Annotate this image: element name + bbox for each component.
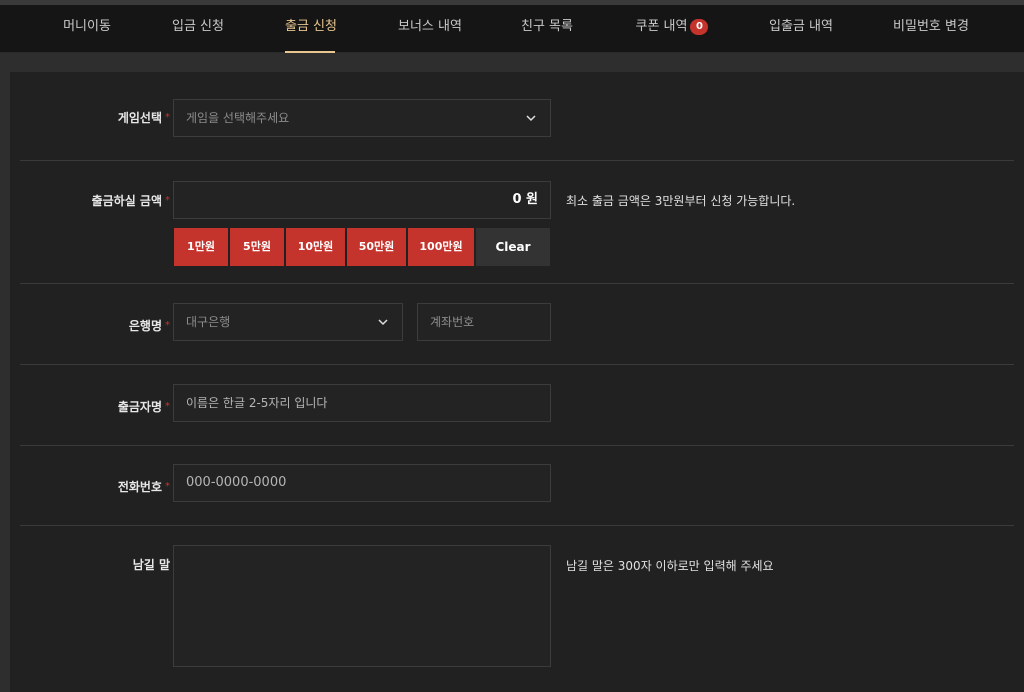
amount-label: 출금하실 금액 *: [91, 194, 170, 208]
withdraw-form-panel: 게임선택 * 게임을 선택해주세요 출금하실 금액 * 0 원 최소 출금 금액은 …: [10, 72, 1024, 692]
game-select-dropdown[interactable]: 게임을 선택해주세요: [173, 99, 551, 137]
tab-withdraw-request[interactable]: 출금 신청: [285, 5, 337, 53]
memo-row: 남길 말 남길 말은 300자 이하로만 입력해 주세요: [20, 526, 1014, 692]
add-100k-button[interactable]: 10만원: [286, 228, 345, 266]
tab-bonus-history[interactable]: 보너스 내역: [398, 5, 462, 53]
amount-row: 출금하실 금액 * 0 원 최소 출금 금액은 3만원부터 신청 가능합니다. 1…: [20, 161, 1014, 284]
required-mark: *: [165, 481, 170, 492]
clear-amount-button[interactable]: Clear: [476, 228, 550, 266]
add-1m-button[interactable]: 100만원: [408, 228, 474, 266]
bank-row: 은행명 * 대구은행 계좌번호: [20, 284, 1014, 365]
required-mark: *: [165, 401, 170, 412]
chevron-down-icon: [378, 319, 388, 326]
depositor-row: 출금자명 * 이름은 한글 2-5자리 입니다: [20, 365, 1014, 446]
required-mark: *: [165, 320, 170, 331]
tab-coupon-history[interactable]: 쿠폰 내역 0: [633, 5, 711, 53]
add-500k-button[interactable]: 50만원: [347, 228, 406, 266]
active-tab-underline: [285, 51, 335, 53]
chevron-down-icon: [526, 115, 536, 122]
tab-money-transfer[interactable]: 머니이동: [62, 5, 112, 53]
amount-hint: 최소 출금 금액은 3만원부터 신청 가능합니다.: [566, 194, 796, 208]
depositor-label: 출금자명 *: [117, 400, 170, 414]
phone-label: 전화번호 *: [117, 480, 170, 494]
tab-change-password[interactable]: 비밀번호 변경: [893, 5, 969, 53]
game-select-placeholder: 게임을 선택해주세요: [186, 111, 290, 125]
tab-label: 보너스 내역: [398, 19, 462, 34]
tab-label: 머니이동: [63, 19, 111, 34]
bank-select-dropdown[interactable]: 대구은행: [173, 303, 403, 341]
bank-label: 은행명 *: [128, 319, 170, 333]
coupon-count-badge: 0: [690, 19, 709, 35]
bank-selected-value: 대구은행: [186, 315, 231, 329]
tab-label: 입금 신청: [172, 19, 224, 34]
tab-label: 쿠폰 내역: [635, 19, 688, 34]
memo-label: 남길 말: [132, 558, 170, 572]
tab-friend-list[interactable]: 친구 목록: [520, 5, 574, 53]
phone-input[interactable]: 000-0000-0000: [173, 464, 551, 502]
tab-label: 입출금 내역: [769, 19, 833, 34]
game-select-label: 게임선택 *: [117, 111, 170, 125]
tab-deposit-request[interactable]: 입금 신청: [171, 5, 225, 53]
tab-label: 비밀번호 변경: [893, 19, 969, 34]
phone-placeholder: 000-0000-0000: [186, 475, 287, 490]
depositor-name-input[interactable]: 이름은 한글 2-5자리 입니다: [173, 384, 551, 422]
amount-input[interactable]: 0 원: [173, 181, 551, 219]
memo-textarea[interactable]: [173, 545, 551, 667]
tab-label: 출금 신청: [285, 19, 337, 34]
game-select-row: 게임선택 * 게임을 선택해주세요: [20, 72, 1014, 161]
amount-quick-buttons: 1만원 5만원 10만원 50만원 100만원 Clear: [174, 228, 552, 266]
required-mark: *: [165, 195, 170, 206]
tab-transaction-history[interactable]: 입출금 내역: [768, 5, 834, 53]
account-number-input[interactable]: 계좌번호: [417, 303, 551, 341]
tab-navigation: 머니이동 입금 신청 출금 신청 보너스 내역 친구 목록 쿠폰 내역 0 입출금…: [0, 5, 1024, 53]
required-mark: *: [165, 112, 170, 123]
phone-row: 전화번호 * 000-0000-0000: [20, 446, 1014, 526]
memo-hint: 남길 말은 300자 이하로만 입력해 주세요: [566, 559, 774, 573]
add-10k-button[interactable]: 1만원: [174, 228, 228, 266]
account-number-placeholder: 계좌번호: [430, 315, 475, 329]
add-50k-button[interactable]: 5만원: [230, 228, 284, 266]
depositor-name-placeholder: 이름은 한글 2-5자리 입니다: [186, 396, 328, 410]
tab-label: 친구 목록: [521, 19, 573, 34]
